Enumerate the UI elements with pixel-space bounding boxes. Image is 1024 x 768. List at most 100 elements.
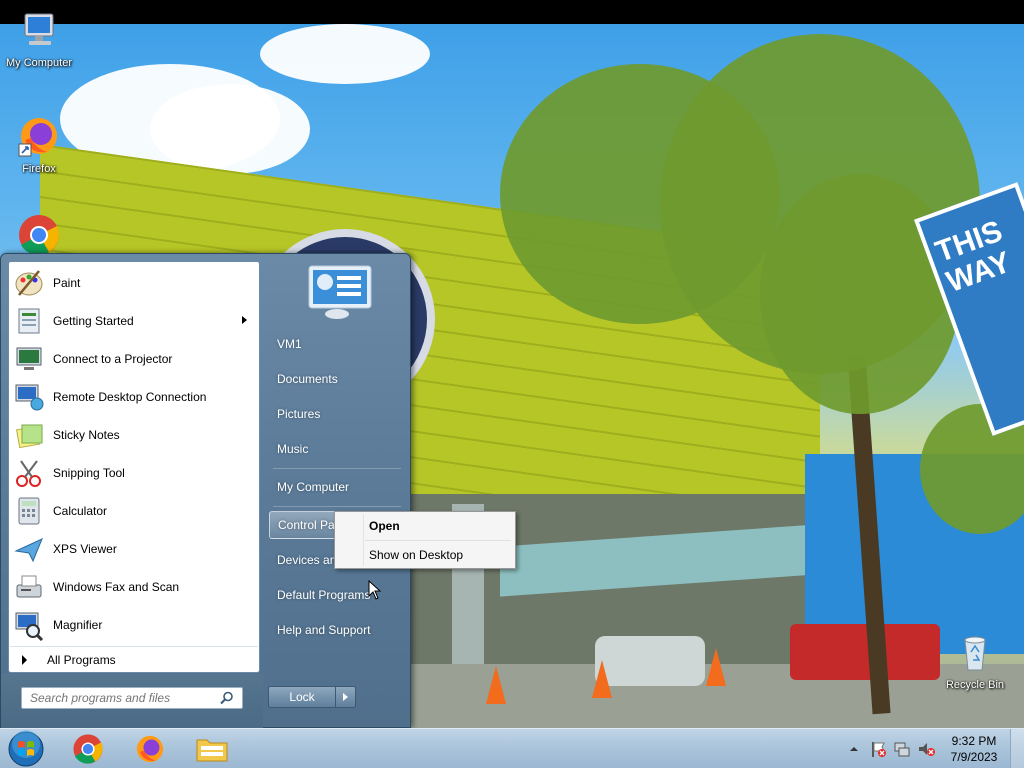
start-menu-item-label: Default Programs <box>277 588 371 602</box>
chrome-icon <box>19 215 59 256</box>
search-icon[interactable] <box>219 690 235 706</box>
start-menu-item-user[interactable]: VM1 <box>269 330 403 358</box>
start-menu-item-pictures[interactable]: Pictures <box>269 400 403 428</box>
mouse-cursor-icon <box>368 580 382 600</box>
fax-scan-icon <box>13 571 45 603</box>
snipping-tool-icon <box>13 457 45 489</box>
context-menu-show-on-desktop[interactable]: Show on Desktop <box>337 543 513 567</box>
user-picture-control-panel-icon <box>308 265 372 319</box>
all-programs-button[interactable]: All Programs <box>10 646 258 672</box>
program-label: Sticky Notes <box>53 428 120 442</box>
paint-icon <box>13 267 45 299</box>
start-menu-places-pane: VM1 Documents Pictures Music My Computer… <box>263 254 411 728</box>
desktop-icon-label: My Computer <box>5 57 73 69</box>
firefox-icon <box>18 118 57 157</box>
context-menu: Open Show on Desktop <box>334 511 516 569</box>
projector-icon <box>13 343 45 375</box>
program-label: Snipping Tool <box>53 466 125 480</box>
all-programs-label: All Programs <box>47 652 116 667</box>
start-button-windows-icon[interactable] <box>6 730 46 768</box>
submenu-arrow-icon <box>242 316 247 324</box>
start-menu-programs-pane: Paint Getting Started Connect to a Proje… <box>8 261 260 673</box>
shutdown-options-button[interactable] <box>336 686 356 708</box>
start-menu-item-my-computer[interactable]: My Computer <box>269 473 403 501</box>
wallpaper-sign-text: THIS WAY <box>931 214 1016 300</box>
start-menu-separator <box>273 468 401 469</box>
start-menu-item-label: Pictures <box>277 407 321 421</box>
program-getting-started[interactable]: Getting Started <box>9 302 259 340</box>
start-menu-item-label: Documents <box>277 372 338 386</box>
program-windows-fax-and-scan[interactable]: Windows Fax and Scan <box>9 568 259 606</box>
taskbar-explorer-button[interactable] <box>184 731 240 767</box>
taskbar-clock[interactable]: 9:32 PM 7/9/2023 <box>938 733 1010 765</box>
program-remote-desktop-connection[interactable]: Remote Desktop Connection <box>9 378 259 416</box>
magnifier-icon <box>13 609 45 641</box>
desktop-icon-label: Firefox <box>22 163 56 175</box>
chrome-icon <box>73 734 103 764</box>
program-xps-viewer[interactable]: XPS Viewer <box>9 530 259 568</box>
lock-button[interactable]: Lock <box>268 686 336 708</box>
arrow-right-icon <box>343 693 348 701</box>
start-menu: Paint Getting Started Connect to a Proje… <box>0 253 411 728</box>
taskbar: 9:32 PM 7/9/2023 <box>0 728 1024 768</box>
sticky-notes-icon <box>13 419 45 451</box>
program-magnifier[interactable]: Magnifier <box>9 606 259 644</box>
context-menu-label: Open <box>369 519 400 533</box>
program-label: Magnifier <box>53 618 103 632</box>
taskbar-chrome-button[interactable] <box>60 731 116 767</box>
network-icon[interactable] <box>892 739 912 759</box>
start-menu-item-documents[interactable]: Documents <box>269 365 403 393</box>
program-sticky-notes[interactable]: Sticky Notes <box>9 416 259 454</box>
program-label: Connect to a Projector <box>53 352 173 366</box>
remote-desktop-icon <box>13 381 45 413</box>
start-menu-item-label: My Computer <box>277 480 350 494</box>
start-menu-item-help-and-support[interactable]: Help and Support <box>269 616 403 644</box>
taskbar-firefox-button[interactable] <box>122 731 178 767</box>
clock-date: 7/9/2023 <box>950 750 998 764</box>
program-label: Calculator <box>53 504 108 518</box>
program-label: Getting Started <box>53 314 134 328</box>
volume-muted-icon[interactable] <box>916 739 936 759</box>
recycle-bin-icon <box>964 636 986 671</box>
start-menu-separator <box>273 506 401 507</box>
program-paint[interactable]: Paint <box>9 264 259 302</box>
wallpaper-tree <box>760 174 960 414</box>
getting-started-icon <box>13 305 45 337</box>
clock-time: 9:32 PM <box>951 734 997 748</box>
program-label: Remote Desktop Connection <box>53 390 207 404</box>
wallpaper-cone <box>592 660 612 698</box>
wallpaper-cone <box>706 648 726 686</box>
start-menu-item-label: Music <box>277 442 309 456</box>
context-menu-separator <box>365 540 511 541</box>
chevron-up-icon[interactable] <box>844 739 864 759</box>
desktop-icon-my-computer[interactable]: My Computer <box>0 8 78 69</box>
wallpaper-cloud <box>150 84 310 174</box>
desktop-icon-firefox[interactable]: Firefox <box>0 114 78 175</box>
desktop-icon-recycle-bin[interactable]: Recycle Bin <box>936 630 1014 691</box>
system-tray: 9:32 PM 7/9/2023 <box>842 729 1024 768</box>
computer-icon <box>24 13 54 45</box>
start-menu-item-default-programs[interactable]: Default Programs <box>269 581 403 609</box>
folder-icon <box>196 739 228 762</box>
program-label: XPS Viewer <box>53 542 117 556</box>
arrow-right-icon <box>22 654 27 665</box>
start-menu-item-music[interactable]: Music <box>269 435 403 463</box>
action-center-flag-icon[interactable] <box>868 739 888 759</box>
wallpaper-truck <box>790 624 940 680</box>
desktop-icon-label: Recycle Bin <box>945 679 1005 691</box>
program-connect-to-a-projector[interactable]: Connect to a Projector <box>9 340 259 378</box>
lock-button-label: Lock <box>289 690 315 704</box>
context-menu-label: Show on Desktop <box>369 548 464 562</box>
screen-top-black-bar <box>0 0 1024 24</box>
program-calculator[interactable]: Calculator <box>9 492 259 530</box>
show-desktop-button[interactable] <box>1010 729 1024 768</box>
firefox-icon <box>136 735 164 763</box>
start-search-box[interactable] <box>21 687 243 709</box>
program-snipping-tool[interactable]: Snipping Tool <box>9 454 259 492</box>
calculator-icon <box>13 495 45 527</box>
program-label: Windows Fax and Scan <box>53 580 180 594</box>
xps-viewer-icon <box>13 533 45 565</box>
context-menu-open[interactable]: Open <box>337 514 513 538</box>
search-input[interactable] <box>22 691 217 705</box>
start-menu-item-label: Help and Support <box>277 623 371 637</box>
